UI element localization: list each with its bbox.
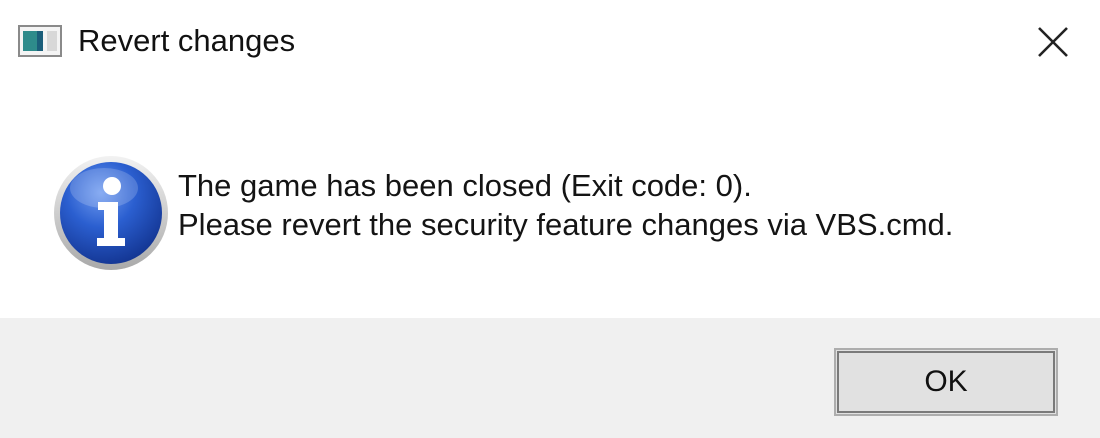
- button-bar: OK: [0, 318, 1100, 438]
- window-title: Revert changes: [78, 23, 296, 58]
- application-window-icon: [18, 25, 62, 57]
- dialog-content: The game has been closed (Exit code: 0).…: [0, 84, 1100, 318]
- close-button[interactable]: [1022, 14, 1084, 70]
- close-icon: [1038, 27, 1068, 57]
- message-line-2: Please revert the security feature chang…: [178, 207, 954, 242]
- message-line-1: The game has been closed (Exit code: 0).: [178, 168, 752, 203]
- ok-button[interactable]: OK: [834, 348, 1058, 416]
- information-icon: [54, 156, 168, 270]
- message-dialog: Revert changes The game has been closed …: [0, 0, 1100, 438]
- message-text: The game has been closed (Exit code: 0).…: [178, 166, 953, 244]
- title-bar: Revert changes: [0, 0, 1100, 84]
